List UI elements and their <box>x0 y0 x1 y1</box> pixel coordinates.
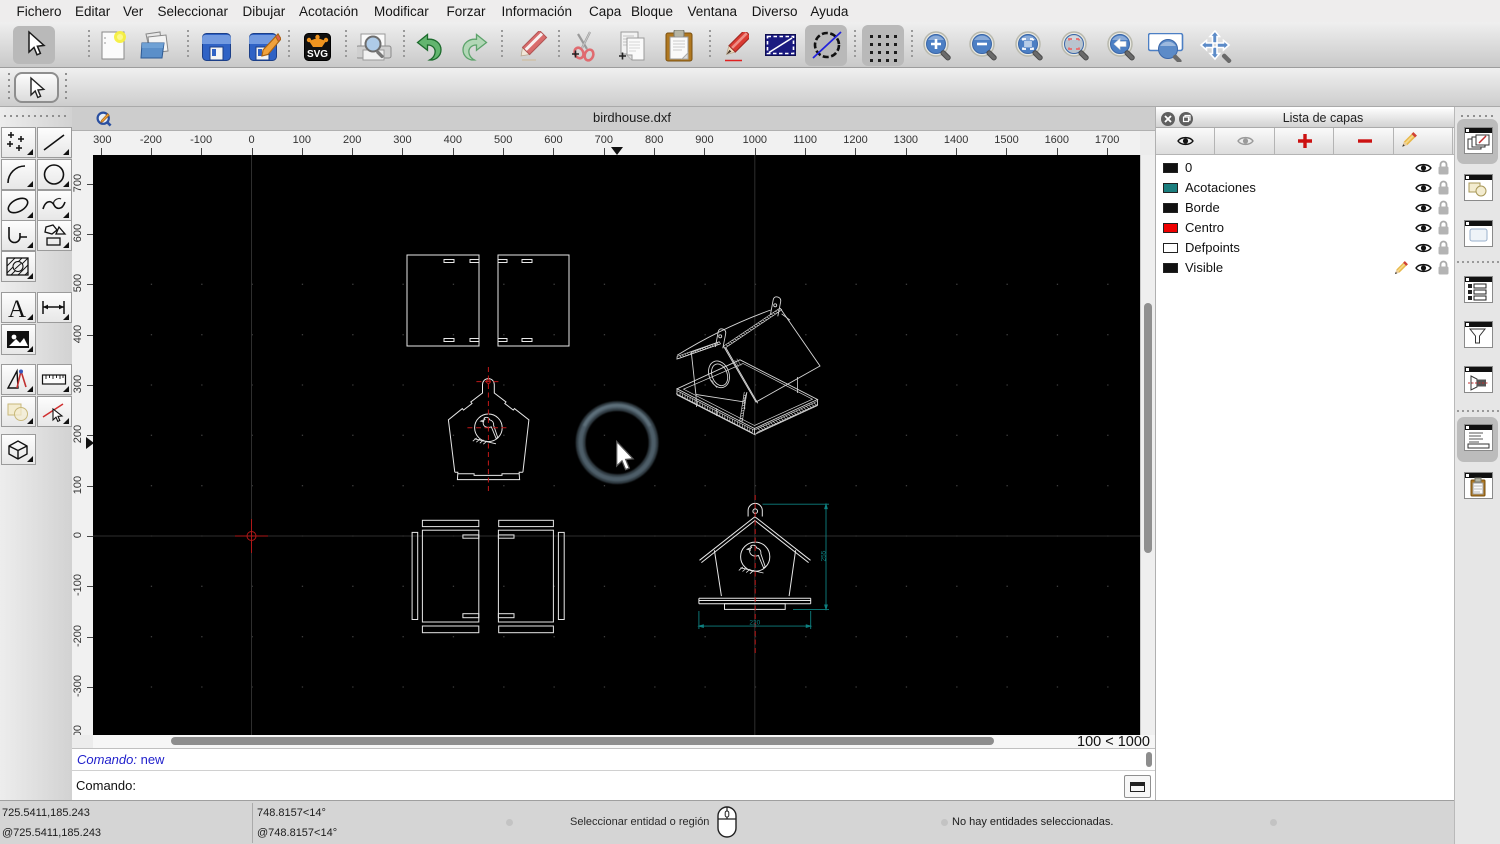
svg-text:SVG: SVG <box>307 49 328 60</box>
svg-text:220: 220 <box>749 619 760 626</box>
svg-text:A: A <box>8 296 26 320</box>
svg-text:255: 255 <box>821 550 828 561</box>
